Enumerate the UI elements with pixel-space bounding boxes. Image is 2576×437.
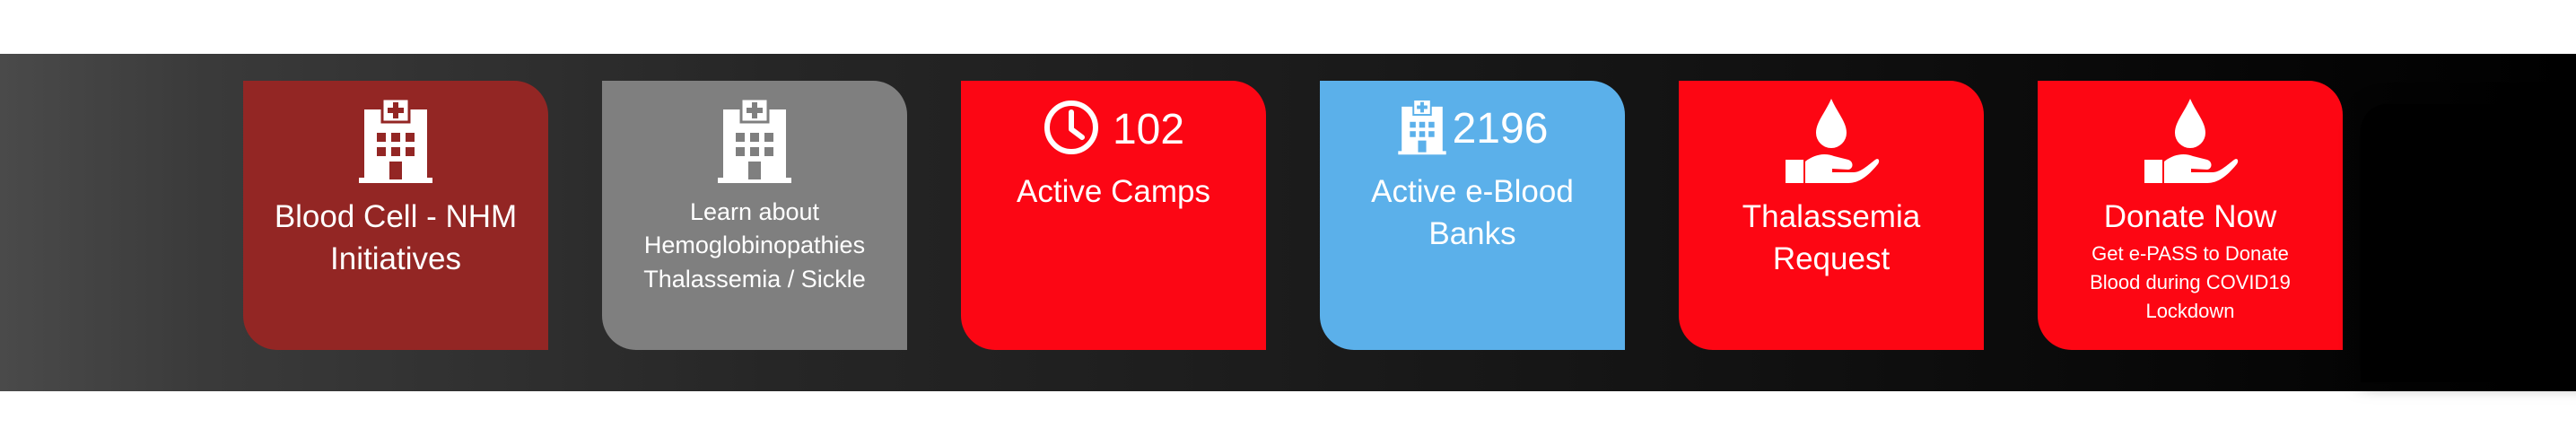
active-camps-tile[interactable]: 102 Active Camps xyxy=(961,81,1266,350)
tile-sublabel: Get e-PASS to Donate Blood during COVID1… xyxy=(2090,242,2291,322)
count-row: 2196 xyxy=(1320,97,1625,161)
count-row: 102 xyxy=(961,99,1266,161)
blood-donation-hand-icon xyxy=(2141,97,2240,191)
blood-cell-nhm-tile[interactable]: Blood Cell - NHM Initiatives xyxy=(243,81,548,350)
tile-label-line: Thalassemia / Sickle xyxy=(643,265,866,293)
hospital-icon xyxy=(716,97,793,188)
tile-label: Blood Cell - NHM Initiatives xyxy=(274,199,518,277)
hemoglobinopathies-tile[interactable]: Learn about Hemoglobinopathies Thalassem… xyxy=(602,81,907,350)
tile-label: Active Camps xyxy=(1017,174,1210,209)
donate-now-tile[interactable]: Donate Now Get e-PASS to Donate Blood du… xyxy=(2038,81,2343,350)
hospital-icon xyxy=(1397,97,1447,161)
tile-label: Thalassemia Request xyxy=(1742,199,1921,277)
tile-label-line: Hemoglobinopathies xyxy=(643,232,866,259)
tile-label: Active e-Blood Banks xyxy=(1371,174,1574,252)
hospital-icon xyxy=(357,97,434,188)
camp-count: 102 xyxy=(1112,105,1185,153)
tile-label: Learn about Hemoglobinopathies Thalassem… xyxy=(611,196,898,296)
blood-bank-count: 2196 xyxy=(1452,104,1549,153)
tile-label-line: Learn about xyxy=(689,198,820,225)
active-blood-banks-tile[interactable]: 2196 Active e-Blood Banks xyxy=(1320,81,1625,350)
partial-tile xyxy=(2361,104,2576,382)
thalassemia-request-tile[interactable]: Thalassemia Request xyxy=(1679,81,1984,350)
clock-icon xyxy=(1043,99,1100,161)
tile-label: Donate Now xyxy=(2103,199,2277,234)
blood-donation-hand-icon xyxy=(1782,97,1881,191)
